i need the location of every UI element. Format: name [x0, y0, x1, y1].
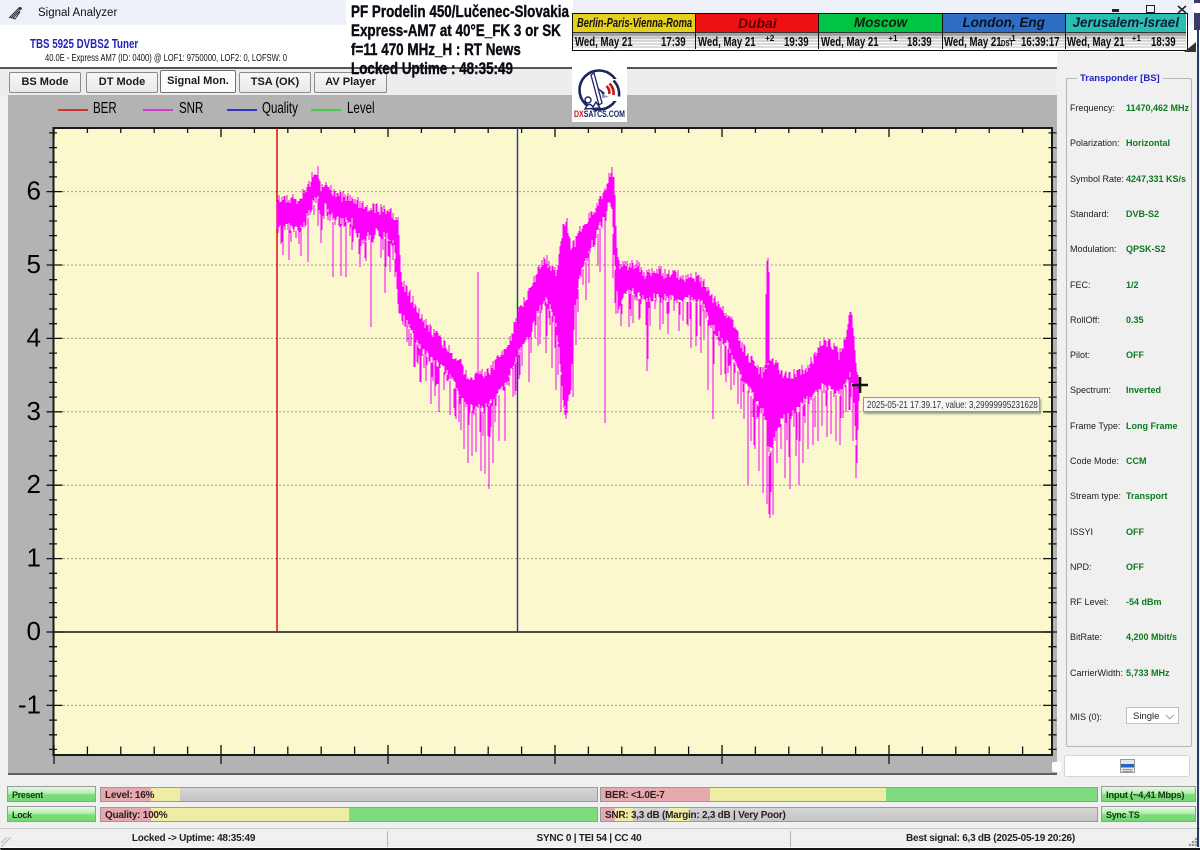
svg-text:DXSATCS.COM: DXSATCS.COM [574, 109, 625, 119]
svg-text:1: 1 [27, 543, 41, 573]
svg-text:2: 2 [27, 469, 41, 499]
svg-text:0: 0 [27, 616, 41, 646]
svg-text:5: 5 [27, 249, 41, 279]
svg-text:-1: -1 [18, 689, 41, 719]
svg-text:6: 6 [27, 176, 41, 206]
svg-text:4: 4 [27, 322, 41, 352]
svg-text:3: 3 [27, 396, 41, 426]
